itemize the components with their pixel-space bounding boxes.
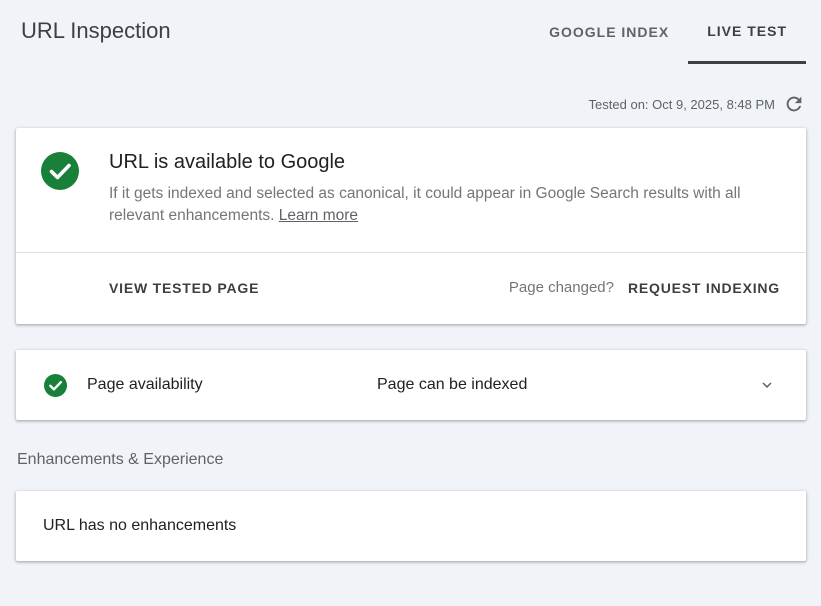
availability-label: Page availability [87,376,203,393]
page-changed-label: Page changed? [508,279,614,296]
page-title: URL Inspection [21,18,171,43]
check-circle-icon [44,374,67,397]
tested-on-row: Tested on: Oct 9, 2025, 8:48 PM [589,92,805,116]
availability-value: Page can be indexed [377,376,528,393]
url-inspection-page: URL Inspection GOOGLE INDEX LIVE TEST Te… [0,0,821,606]
view-tested-page-button[interactable]: VIEW TESTED PAGE [109,278,259,298]
tab-live-test[interactable]: LIVE TEST [688,0,806,64]
request-indexing-button[interactable]: REQUEST INDEXING [628,278,780,298]
page-availability-row[interactable]: Page availability Page can be indexed [16,350,806,420]
check-circle-icon [41,152,79,190]
enhancements-card: URL has no enhancements [16,491,806,561]
chevron-down-icon[interactable] [758,376,776,394]
url-status-card: URL is available to Google If it gets in… [16,128,806,324]
tested-on-text: Tested on: Oct 9, 2025, 8:48 PM [588,96,775,112]
tab-google-index[interactable]: GOOGLE INDEX [530,0,688,64]
learn-more-link[interactable]: Learn more [279,207,358,224]
no-enhancements-text: URL has no enhancements [43,517,237,534]
enhancements-section-label: Enhancements & Experience [17,451,224,468]
status-heading: URL is available to Google [109,151,346,173]
refresh-icon[interactable] [783,93,805,115]
card-divider [16,252,806,253]
status-description-text: If it gets indexed and selected as canon… [109,185,741,224]
inspection-tabs: GOOGLE INDEX LIVE TEST [530,0,806,64]
status-description: If it gets indexed and selected as canon… [109,183,749,227]
